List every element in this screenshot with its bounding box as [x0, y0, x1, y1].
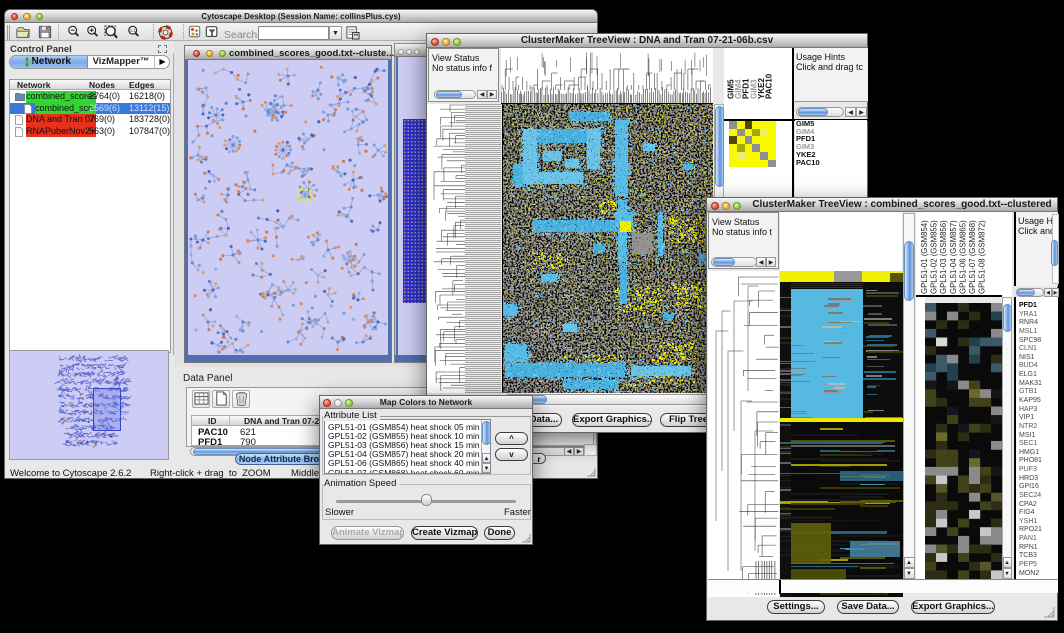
svg-text:GPL51-04 (GSM857): GPL51-04 (GSM857) [949, 220, 958, 294]
svg-text:GPL51-07 (GSM868): GPL51-07 (GSM868) [968, 220, 977, 294]
svg-text:GPL51-03 (GSM856): GPL51-03 (GSM856) [939, 220, 948, 294]
svg-text:1:1: 1:1 [130, 28, 137, 33]
svg-text:GPL51-01 (GSM854): GPL51-01 (GSM854) [920, 220, 929, 294]
svg-text:PAC10: PAC10 [765, 73, 774, 99]
svg-text:GPL51-06 (GSM865): GPL51-06 (GSM865) [958, 220, 967, 294]
svg-text:GPL51-08 (GSM872): GPL51-08 (GSM872) [978, 220, 987, 294]
svg-text:GPL51-02 (GSM855): GPL51-02 (GSM855) [930, 220, 939, 294]
